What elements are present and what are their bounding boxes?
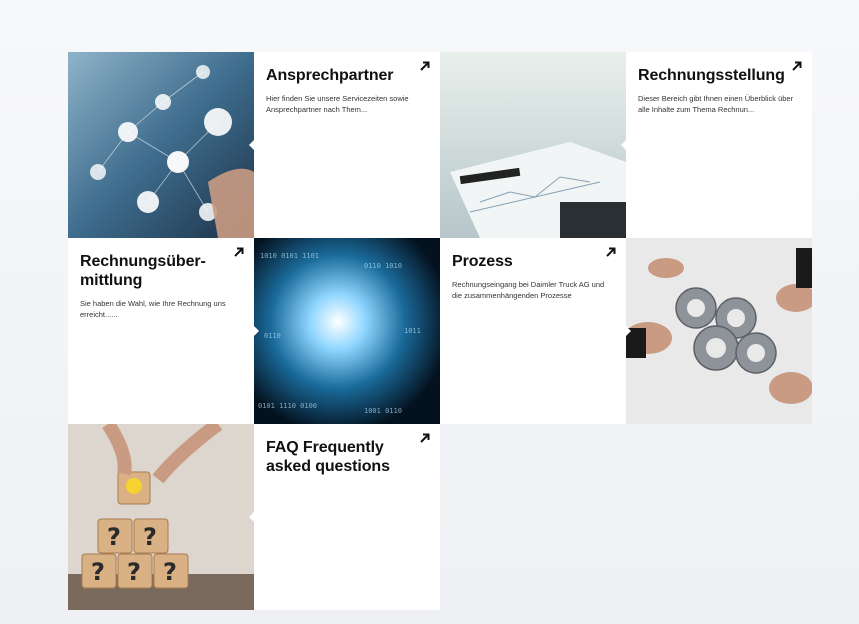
arrow-up-right-icon [606, 247, 616, 257]
tile-prozess[interactable]: Prozess Rechnungseingang bei Daimler Tru… [440, 238, 626, 424]
svg-text:0110: 0110 [264, 332, 281, 340]
tile-rechnungsuebermittlung[interactable]: Rechnungsüber-mittlung Sie haben die Wah… [68, 238, 254, 424]
gears-hands-image[interactable] [626, 238, 812, 424]
tile-title: FAQ Frequently asked questions [266, 439, 390, 475]
svg-text:?: ? [163, 558, 177, 586]
arrow-up-right-icon [420, 61, 430, 71]
tile-faq[interactable]: FAQ Frequently asked questions [254, 424, 440, 610]
svg-text:1001 0110: 1001 0110 [364, 407, 402, 415]
tile-ansprechpartner[interactable]: Ansprechpartner Hier finden Sie unsere S… [254, 52, 440, 238]
binary-tunnel-image[interactable]: 1010 0101 1101 0110 1010 0101 1110 0100 … [254, 238, 440, 424]
arrow-up-right-icon [792, 61, 802, 71]
svg-text:0110 1010: 0110 1010 [364, 262, 402, 270]
svg-text:1010 0101 1101: 1010 0101 1101 [260, 252, 319, 260]
tile-title: Rechnungsüber-mittlung [80, 253, 206, 289]
topic-tile-grid: Ansprechpartner Hier finden Sie unsere S… [68, 52, 813, 610]
tile-description: Rechnungseingang bei Daimler Truck AG un… [452, 280, 605, 300]
arrow-up-right-icon [234, 247, 244, 257]
svg-text:0101 1110 0100: 0101 1110 0100 [258, 402, 317, 410]
svg-text:?: ? [107, 523, 121, 551]
svg-text:1011: 1011 [404, 327, 421, 335]
tile-description: Hier finden Sie unsere Servicezeiten sow… [266, 94, 409, 114]
svg-text:?: ? [91, 558, 105, 586]
tile-title: Prozess [452, 253, 513, 270]
tile-description: Sie haben die Wahl, wie Ihre Rechnung un… [80, 299, 226, 319]
svg-text:?: ? [127, 558, 141, 586]
svg-text:?: ? [143, 523, 157, 551]
arrow-up-right-icon [420, 433, 430, 443]
tile-title: Ansprechpartner [266, 67, 394, 84]
tile-description: Dieser Bereich gibt Ihnen einen Überblic… [638, 94, 794, 114]
question-blocks-image[interactable]: ? ? ? ? ? [68, 424, 254, 610]
network-people-image[interactable] [68, 52, 254, 238]
financial-chart-image[interactable] [440, 52, 626, 238]
tile-rechnungsstellung[interactable]: Rechnungsstellung Dieser Bereich gibt Ih… [626, 52, 812, 238]
tile-title: Rechnungsstellung [638, 67, 785, 84]
